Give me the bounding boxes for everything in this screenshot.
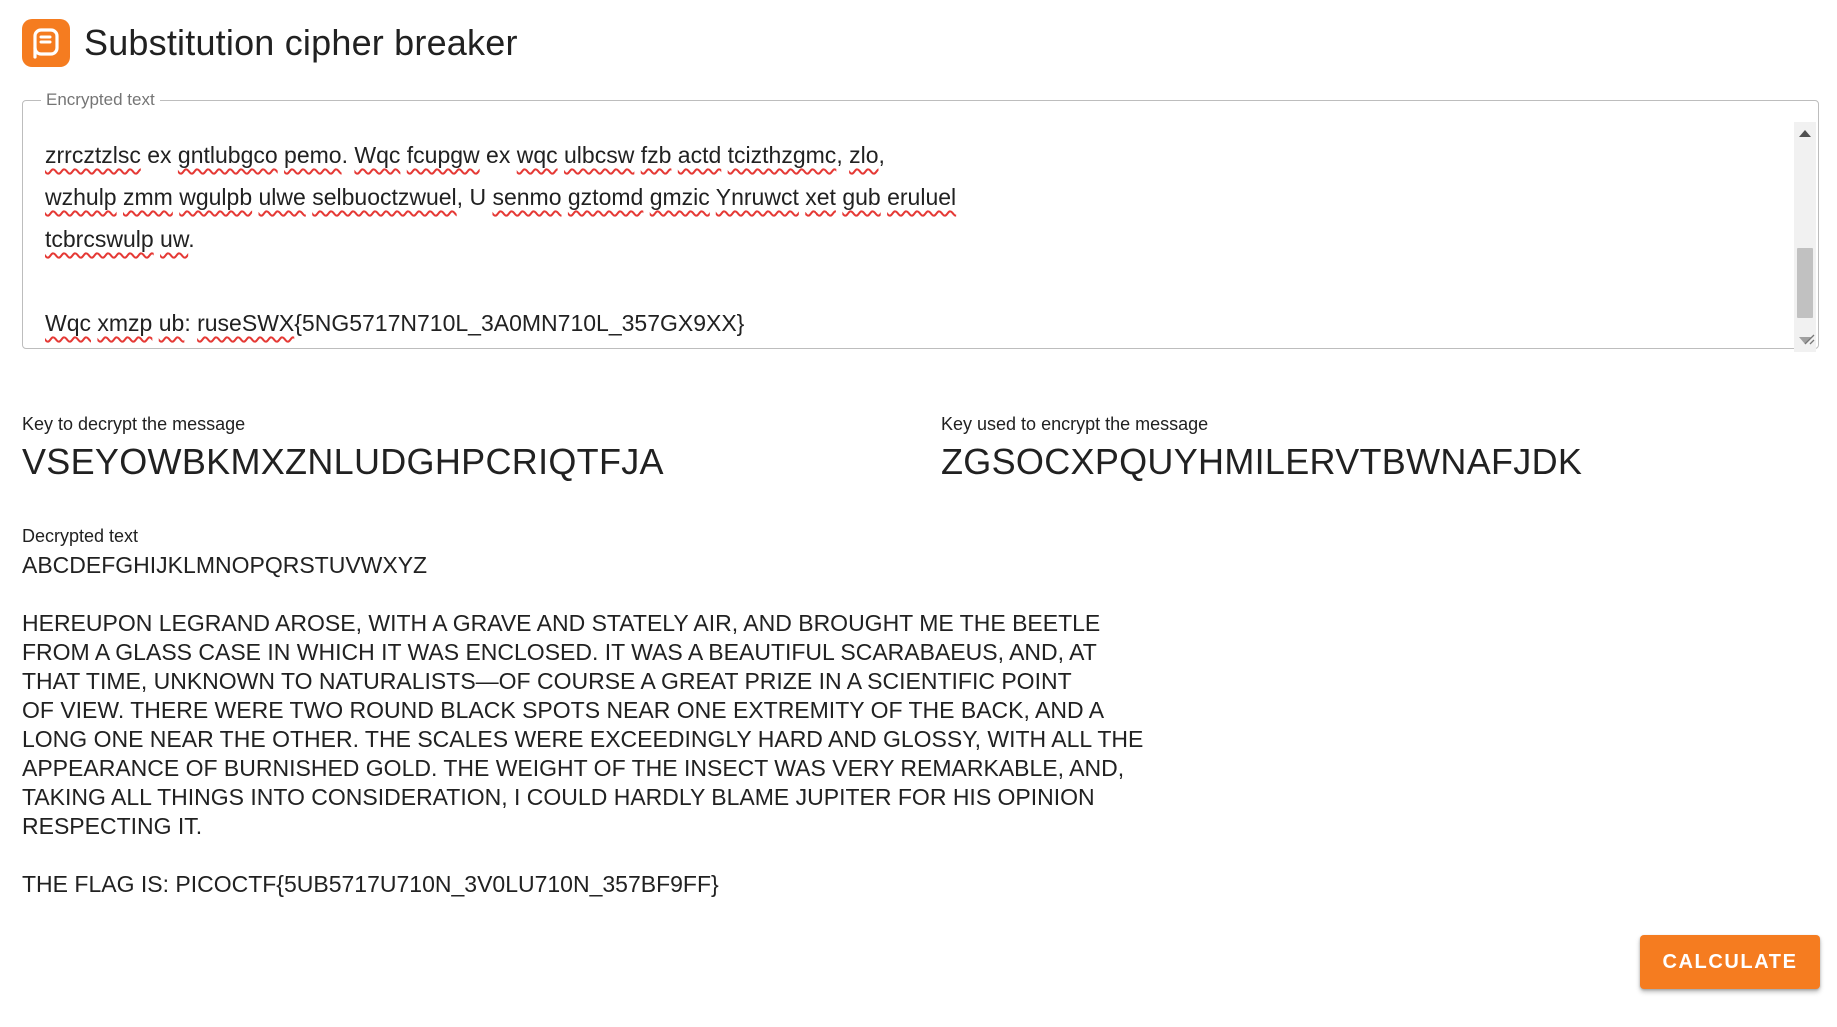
decrypted-text-output: ABCDEFGHIJKLMNOPQRSTUVWXYZ HEREUPON LEGRA… [22, 551, 1143, 899]
misspelled-word: senmo [492, 184, 562, 210]
decrypt-key-label: Key to decrypt the message [22, 414, 246, 434]
misspelled-word: Ynruwct [715, 184, 799, 210]
encrypted-text-input[interactable]: zrrcztzlsc ex gntlubgco pemo. Wqc fcupgw… [45, 134, 1745, 354]
scrollbar-thumb[interactable] [1797, 248, 1813, 319]
calculate-button[interactable]: CALCULATE [1640, 935, 1820, 989]
misspelled-word: gztomd [567, 184, 644, 210]
text-segment: , U [456, 184, 493, 210]
misspelled-word: wgulpb [179, 184, 253, 210]
decrypted-text-line: FROM A GLASS CASE IN WHICH IT WAS ENCLOS… [22, 639, 1097, 665]
misspelled-word: Wqc [354, 142, 401, 168]
text-segment: {5NG5717N710L_3A0MN710L_357GX9XX} [294, 310, 745, 336]
encrypted-text-line [45, 260, 1745, 302]
decrypted-text-line: THAT TIME, UNKNOWN TO NATURALISTS—OF COU… [22, 668, 1072, 694]
text-segment: , [878, 142, 885, 168]
misspelled-word: ulwe [258, 184, 306, 210]
misspelled-word: gntlubgco [177, 142, 278, 168]
text-segment: : [184, 310, 198, 336]
decrypted-text-line: THE FLAG IS: PICOCTF{5UB5717U710N_3V0LU7… [22, 871, 719, 897]
text-segment: , [836, 142, 850, 168]
misspelled-word: zlo [849, 142, 879, 168]
text-segment: ex [140, 142, 178, 168]
decrypted-text-line: HEREUPON LEGRAND AROSE, WITH A GRAVE AND… [22, 610, 1101, 636]
misspelled-word: wqc [516, 142, 558, 168]
decrypted-text-line [22, 580, 1143, 609]
decrypted-text-line: LONG ONE NEAR THE OTHER. THE SCALES WERE… [22, 726, 1144, 752]
app-logo-icon [22, 19, 70, 67]
misspelled-word: fzb [640, 142, 672, 168]
scroll-up-arrow-icon[interactable] [1799, 130, 1811, 137]
misspelled-word: tcizthzgmc [727, 142, 837, 168]
misspelled-word: Wqc [45, 310, 91, 336]
encrypt-key-label: Key used to encrypt the message [941, 414, 1209, 434]
misspelled-word: pemo [284, 142, 342, 168]
encrypted-text-legend: Encrypted text [46, 90, 155, 109]
decrypt-key-value: VSEYOWBKMXZNLUDGHPCRIQTFJA [22, 441, 664, 482]
decrypt-key-block: Key to decrypt the message VSEYOWBKMXZNL… [22, 414, 664, 483]
decrypted-text-line: TAKING ALL THINGS INTO CONSIDERATION, I … [22, 784, 1095, 810]
decrypted-text-line: RESPECTING IT. [22, 813, 203, 839]
decrypted-text-line: OF VIEW. THERE WERE TWO ROUND BLACK SPOT… [22, 697, 1105, 723]
encrypted-text-line: wzhulp zmm wgulpb ulwe selbuoctzwuel, U … [45, 176, 1745, 218]
misspelled-word: ulbcsw [564, 142, 635, 168]
misspelled-word: selbuoctzwuel [312, 184, 457, 210]
misspelled-word: xet [805, 184, 836, 210]
encrypted-text-field[interactable]: Encrypted text zrrcztzlsc ex gntlubgco p… [22, 90, 1819, 352]
misspelled-word: zmm [123, 184, 173, 210]
resize-handle-icon[interactable] [1801, 331, 1815, 345]
misspelled-word: zrrcztzlsc [45, 142, 141, 168]
encrypted-text-scrollbar[interactable] [1794, 122, 1816, 352]
misspelled-word: eruluel [887, 184, 957, 210]
decrypted-text-block: Decrypted text ABCDEFGHIJKLMNOPQRSTUVWXY… [22, 526, 1143, 899]
page-title: Substitution cipher breaker [84, 22, 518, 63]
misspelled-word: wzhulp [45, 184, 117, 210]
misspelled-word: gmzic [649, 184, 710, 210]
misspelled-word: fcupgw [406, 142, 480, 168]
text-segment: ex [479, 142, 517, 168]
misspelled-word: xmzp [97, 310, 153, 336]
misspelled-word: uw [160, 226, 189, 252]
misspelled-word: tcbrcswulp [45, 226, 154, 252]
app-header: Substitution cipher breaker [22, 18, 518, 68]
decrypted-text-line: ABCDEFGHIJKLMNOPQRSTUVWXYZ [22, 552, 428, 578]
misspelled-word: ub [158, 310, 185, 336]
text-segment: . [188, 226, 195, 252]
decrypted-text-line: APPEARANCE OF BURNISHED GOLD. THE WEIGHT… [22, 755, 1125, 781]
encrypt-key-value: ZGSOCXPQUYHMILERVTBWNAFJDK [941, 441, 1583, 482]
decrypted-text-line [22, 841, 1143, 870]
misspelled-word: actd [677, 142, 722, 168]
misspelled-word: ruseSWX [197, 310, 295, 336]
encrypted-text-line: tcbrcswulp uw. [45, 218, 1745, 260]
text-segment: . [341, 142, 355, 168]
encrypted-text-line: zrrcztzlsc ex gntlubgco pemo. Wqc fcupgw… [45, 134, 1745, 176]
encrypted-text-line: Wqc xmzp ub: ruseSWX{5NG5717N710L_3A0MN7… [45, 302, 1745, 344]
misspelled-word: gub [842, 184, 881, 210]
encrypt-key-block: Key used to encrypt the message ZGSOCXPQ… [941, 414, 1582, 483]
decrypted-text-label: Decrypted text [22, 526, 139, 546]
page: Substitution cipher breaker Encrypted te… [0, 0, 1837, 1027]
